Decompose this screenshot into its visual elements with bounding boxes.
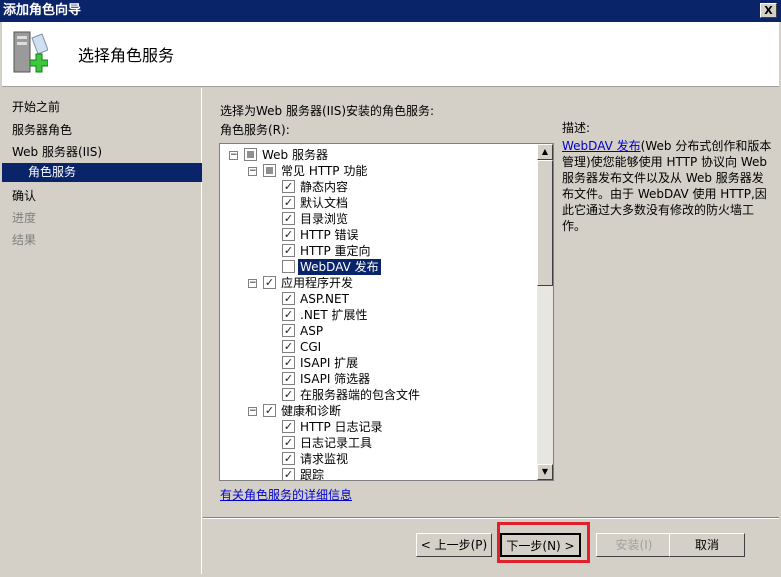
tree-item[interactable]: ✓ 目录浏览 xyxy=(220,211,535,227)
tree-item[interactable]: ✓ ASP xyxy=(220,323,535,339)
wizard-nav: 开始之前服务器角色 Web 服务器(IIS) 角色服务确认进度结果 xyxy=(2,88,202,574)
checkbox[interactable] xyxy=(244,148,257,161)
checkbox[interactable]: ✓ xyxy=(282,452,295,465)
tree-item[interactable]: ✓ HTTP 重定向 xyxy=(220,243,535,259)
tree-item[interactable]: ✓ HTTP 错误 xyxy=(220,227,535,243)
tree-item-label: .NET 扩展性 xyxy=(300,308,368,322)
tree-item[interactable]: ✓ 静态内容 xyxy=(220,179,535,195)
tree-item[interactable]: − Web 服务器 xyxy=(220,147,535,163)
checkbox[interactable]: ✓ xyxy=(282,436,295,449)
window-title: 添加角色向导 xyxy=(3,3,82,18)
role-services-tree[interactable]: − Web 服务器 − 常见 HTTP 功能 ✓ 静态内容 ✓ 默认文档 ✓ 目录浏览 ✓ HTTP … xyxy=(219,143,554,481)
nav-item: 进度 xyxy=(12,211,37,225)
tree-item-label: ASP xyxy=(300,324,324,338)
tree-item[interactable]: ✓ 在服务器端的包含文件 xyxy=(220,387,535,403)
checkbox[interactable]: ✓ xyxy=(282,388,295,401)
tree-item[interactable]: ✓ HTTP 日志记录 xyxy=(220,419,535,435)
checkbox[interactable]: ✓ xyxy=(282,308,295,321)
checkbox[interactable] xyxy=(282,260,295,273)
checkbox[interactable]: ✓ xyxy=(282,356,295,369)
collapse-icon[interactable]: − xyxy=(229,151,238,160)
collapse-icon[interactable]: − xyxy=(248,407,257,416)
tree-item[interactable]: ✓ CGI xyxy=(220,339,535,355)
checkbox[interactable]: ✓ xyxy=(282,324,295,337)
collapse-icon[interactable]: − xyxy=(248,279,257,288)
checkbox[interactable]: ✓ xyxy=(282,340,295,353)
tree-item-label: HTTP 重定向 xyxy=(300,244,371,258)
tree-item[interactable]: − ✓ 健康和诊断 xyxy=(220,403,535,419)
tree-item-label: 请求监视 xyxy=(300,452,349,466)
tree-item[interactable]: ✓ ISAPI 筛选器 xyxy=(220,371,535,387)
divider xyxy=(203,517,779,519)
nav-item[interactable]: 角色服务 xyxy=(2,163,202,182)
description-heading: 描述: xyxy=(562,121,591,135)
checkbox[interactable]: ✓ xyxy=(282,292,295,305)
tree-item-label: HTTP 日志记录 xyxy=(300,420,383,434)
nav-item[interactable]: 确认 xyxy=(12,187,36,204)
cancel-button[interactable]: 取消 xyxy=(669,533,745,557)
checkbox[interactable] xyxy=(263,164,276,177)
checkbox[interactable]: ✓ xyxy=(282,468,295,480)
server-add-icon xyxy=(13,31,48,73)
tree-item[interactable]: WebDAV 发布 xyxy=(220,259,535,275)
install-button: 安装(I) xyxy=(596,533,672,557)
tree-item-label: CGI xyxy=(300,340,322,354)
tree-item-label: 日志记录工具 xyxy=(300,436,373,450)
tree-item-label: 在服务器端的包含文件 xyxy=(300,388,421,402)
tree-item-label: ASP.NET xyxy=(300,292,349,306)
tree-item[interactable]: ✓ 请求监视 xyxy=(220,451,535,467)
description-panel: 描述: WebDAV 发布(Web 分布式创作和版本管理)使您能够使用 HTTP… xyxy=(562,120,772,234)
checkbox[interactable]: ✓ xyxy=(282,228,295,241)
tree-item[interactable]: ✓ ASP.NET xyxy=(220,291,535,307)
tree-item[interactable]: ✓ .NET 扩展性 xyxy=(220,307,535,323)
tree-item-label: 静态内容 xyxy=(300,180,349,194)
scroll-down-button[interactable]: ▼ xyxy=(537,464,553,480)
more-info-link[interactable]: 有关角色服务的详细信息 xyxy=(220,486,352,503)
intro-text: 选择为Web 服务器(IIS)安装的角色服务: xyxy=(220,104,435,118)
nav-item[interactable]: 服务器角色 xyxy=(12,121,72,138)
checkbox[interactable]: ✓ xyxy=(263,276,276,289)
header: 选择角色服务 xyxy=(2,22,779,87)
tree-item[interactable]: − 常见 HTTP 功能 xyxy=(220,163,535,179)
tree-item-label: ISAPI 扩展 xyxy=(300,356,359,370)
role-services-label: 角色服务(R): xyxy=(220,123,290,137)
nav-item: 结果 xyxy=(12,233,37,247)
webdav-link[interactable]: WebDAV 发布 xyxy=(562,139,641,153)
tree-item-label: 跟踪 xyxy=(300,468,325,481)
checkbox[interactable]: ✓ xyxy=(282,372,295,385)
description-text: (Web 分布式创作和版本管理)使您能够使用 HTTP 协议向 Web 服务器发… xyxy=(562,139,772,233)
checkbox[interactable]: ✓ xyxy=(282,212,295,225)
tree-item-label: 健康和诊断 xyxy=(281,404,342,418)
prev-button[interactable]: < 上一步(P) xyxy=(416,533,492,557)
tree-item-label: 目录浏览 xyxy=(300,212,349,226)
tree-item-label: 应用程序开发 xyxy=(281,276,354,290)
tree-item[interactable]: − ✓ 应用程序开发 xyxy=(220,275,535,291)
checkbox[interactable]: ✓ xyxy=(282,244,295,257)
tree-item-label: ISAPI 筛选器 xyxy=(300,372,371,386)
tree-item-label: WebDAV 发布 xyxy=(298,259,381,275)
tree-item[interactable]: ✓ 日志记录工具 xyxy=(220,435,535,451)
checkbox[interactable]: ✓ xyxy=(282,180,295,193)
tree-item[interactable]: ✓ 默认文档 xyxy=(220,195,535,211)
scroll-thumb[interactable] xyxy=(537,160,553,286)
highlight-box xyxy=(497,522,590,563)
tree-item-label: 常见 HTTP 功能 xyxy=(281,164,368,178)
close-button[interactable]: X xyxy=(760,3,777,18)
tree-item-label: 默认文档 xyxy=(300,196,349,210)
checkbox[interactable]: ✓ xyxy=(282,420,295,433)
collapse-icon[interactable]: − xyxy=(248,167,257,176)
tree-item[interactable]: ✓ 跟踪 xyxy=(220,467,535,481)
nav-item[interactable]: 开始之前 xyxy=(12,98,60,115)
tree-item-label: Web 服务器 xyxy=(262,148,328,162)
nav-item[interactable]: Web 服务器(IIS) xyxy=(12,143,102,160)
title-bar: 添加角色向导 xyxy=(0,0,781,22)
checkbox[interactable]: ✓ xyxy=(263,404,276,417)
scrollbar[interactable]: ▲ ▼ xyxy=(537,144,553,480)
page-title: 选择角色服务 xyxy=(78,46,175,65)
tree-item[interactable]: ✓ ISAPI 扩展 xyxy=(220,355,535,371)
tree-item-label: HTTP 错误 xyxy=(300,228,359,242)
scroll-up-button[interactable]: ▲ xyxy=(537,144,553,160)
checkbox[interactable]: ✓ xyxy=(282,196,295,209)
